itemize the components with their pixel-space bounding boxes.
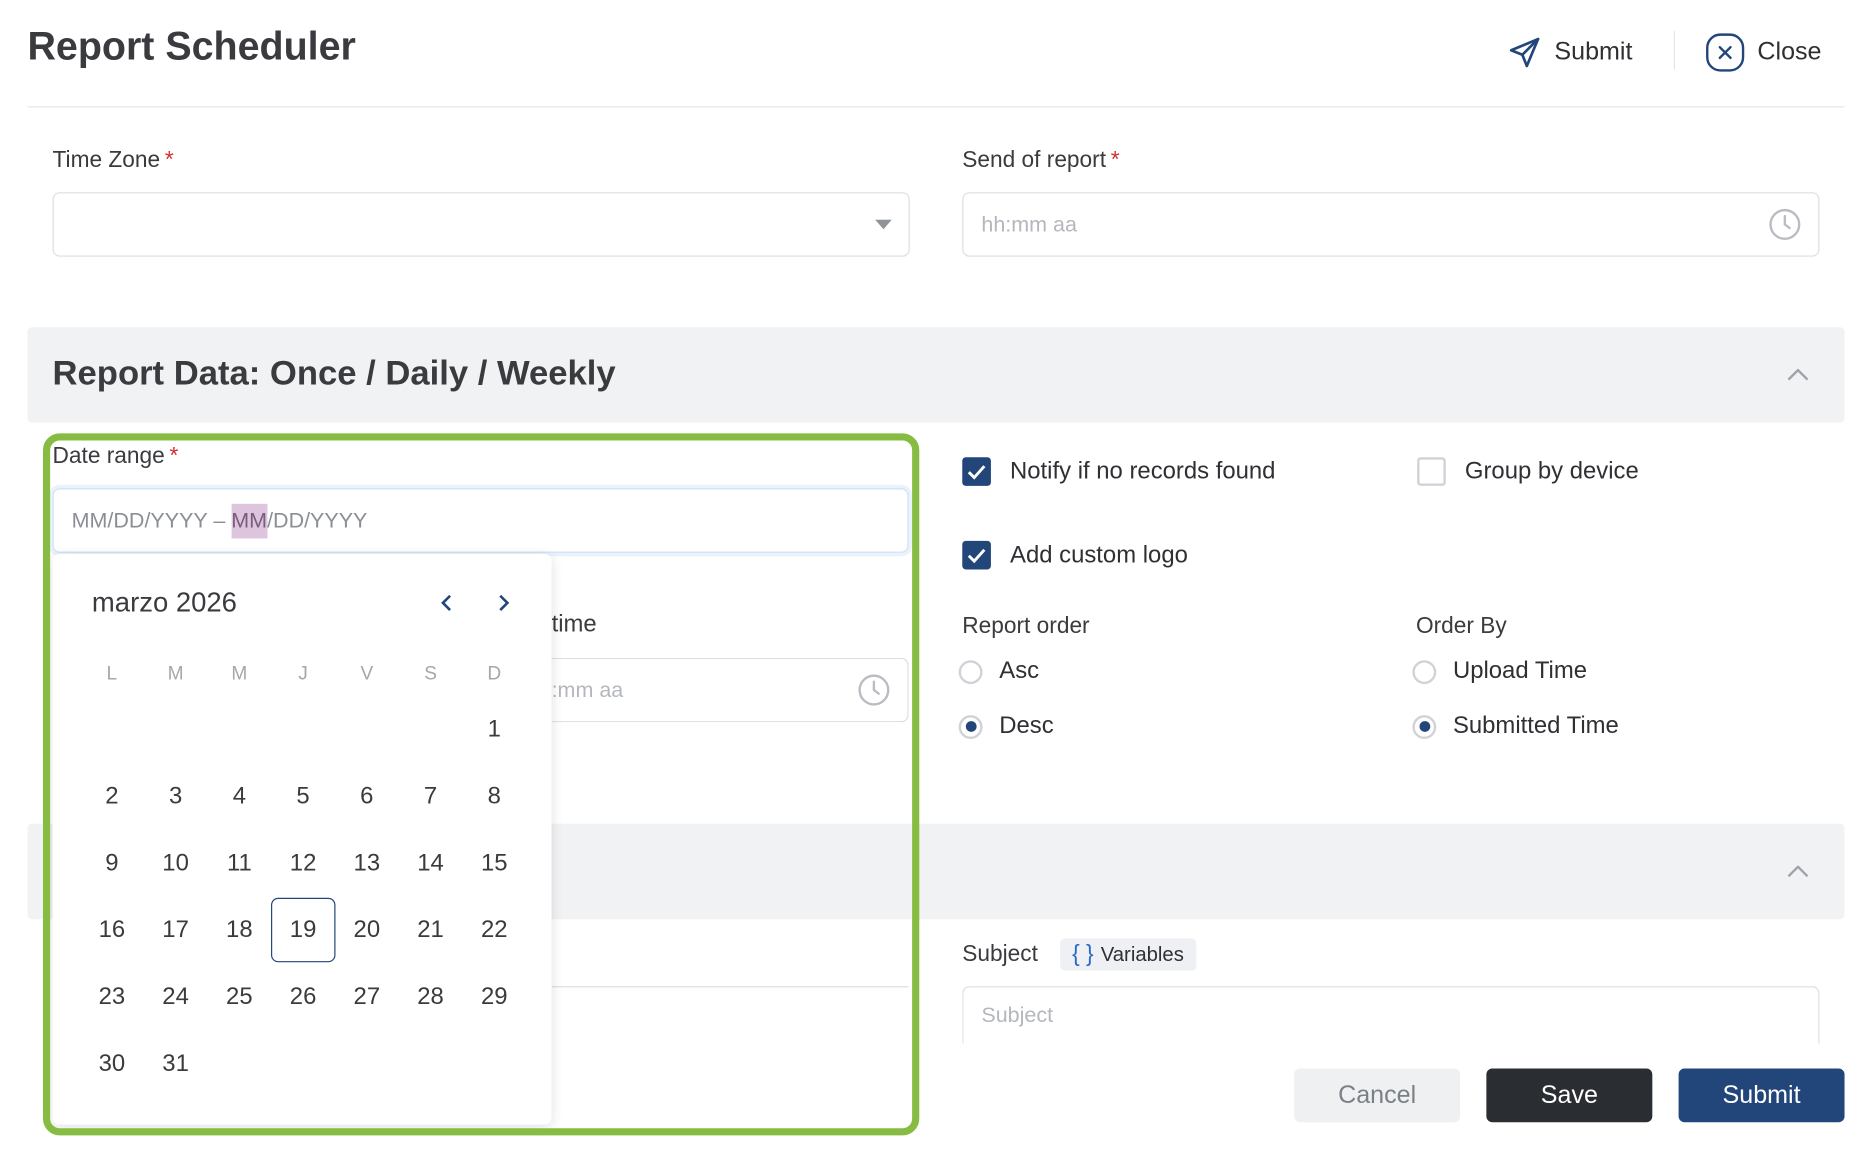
time-zone-label-text: Time Zone	[52, 148, 161, 174]
braces-icon: { }	[1072, 941, 1094, 967]
caret-down-icon	[875, 219, 892, 230]
desc-label: Desc	[999, 712, 1054, 740]
report-data-section-title: Report Data: Once / Daily / Weekly	[52, 354, 616, 393]
group-by-device-checkbox[interactable]: Group by device	[1417, 457, 1639, 486]
submitted-time-label: Submitted Time	[1452, 712, 1619, 740]
header-submit-button[interactable]: Submit	[1507, 26, 1633, 79]
cancel-button[interactable]: Cancel	[1294, 1068, 1461, 1123]
send-time-placeholder: hh:mm aa	[981, 211, 1077, 236]
asc-label: Asc	[999, 657, 1040, 685]
custom-logo-label: Add custom logo	[1010, 541, 1188, 568]
time-zone-label: Time Zone *	[53, 148, 174, 174]
send-of-report-label-text: Send of report	[962, 148, 1107, 174]
clock-icon[interactable]	[1768, 208, 1801, 241]
subject-placeholder: Subject	[981, 1002, 1054, 1027]
report-order-label: Report order	[962, 613, 1090, 639]
order-by-upload-radio[interactable]: Upload Time	[1412, 658, 1587, 685]
order-by-label: Order By	[1415, 613, 1507, 639]
send-of-report-label: Send of report *	[962, 148, 1119, 174]
subject-label: Subject	[962, 941, 1038, 968]
group-by-device-label: Group by device	[1464, 457, 1639, 485]
close-icon	[1705, 32, 1746, 73]
radio-selected[interactable]	[1412, 714, 1437, 739]
paper-plane-icon	[1507, 35, 1543, 71]
chevron-up-icon[interactable]	[1787, 865, 1809, 878]
checkbox-checked[interactable]	[962, 457, 991, 486]
radio-selected[interactable]	[958, 714, 983, 739]
header-submit-label: Submit	[1554, 38, 1633, 66]
report-order-desc-radio[interactable]: Desc	[958, 712, 1054, 740]
submit-button[interactable]: Submit	[1678, 1068, 1845, 1123]
highlight-outline	[42, 433, 920, 1136]
header-divider	[1673, 31, 1676, 70]
order-by-submitted-radio[interactable]: Submitted Time	[1412, 712, 1619, 740]
report-scheduler-dialog: Report Scheduler Submit Close Time Zone *	[0, 0, 1872, 1156]
send-time-input[interactable]: hh:mm aa	[962, 192, 1820, 257]
header-rule	[27, 106, 1845, 108]
required-mark: *	[1110, 148, 1120, 174]
subject-input[interactable]: Subject	[962, 986, 1820, 1044]
save-button[interactable]: Save	[1486, 1068, 1653, 1123]
time-zone-select[interactable]	[52, 192, 910, 257]
radio-unselected[interactable]	[958, 659, 983, 684]
variables-chip[interactable]: { } Variables	[1060, 938, 1196, 971]
chevron-up-icon[interactable]	[1787, 368, 1809, 381]
page-title: Report Scheduler	[27, 23, 356, 69]
header-close-button[interactable]: Close	[1705, 26, 1822, 79]
notify-label: Notify if no records found	[1010, 457, 1276, 485]
required-mark: *	[164, 148, 174, 174]
custom-logo-checkbox[interactable]: Add custom logo	[962, 540, 1188, 570]
notify-checkbox[interactable]: Notify if no records found	[962, 457, 1275, 486]
checkbox-unchecked[interactable]	[1417, 457, 1446, 486]
report-order-asc-radio[interactable]: Asc	[958, 657, 1040, 685]
upload-time-label: Upload Time	[1452, 657, 1588, 685]
radio-unselected[interactable]	[1412, 659, 1437, 684]
checkbox-checked[interactable]	[962, 540, 991, 570]
header-close-label: Close	[1757, 38, 1822, 66]
variables-label: Variables	[1100, 942, 1184, 966]
